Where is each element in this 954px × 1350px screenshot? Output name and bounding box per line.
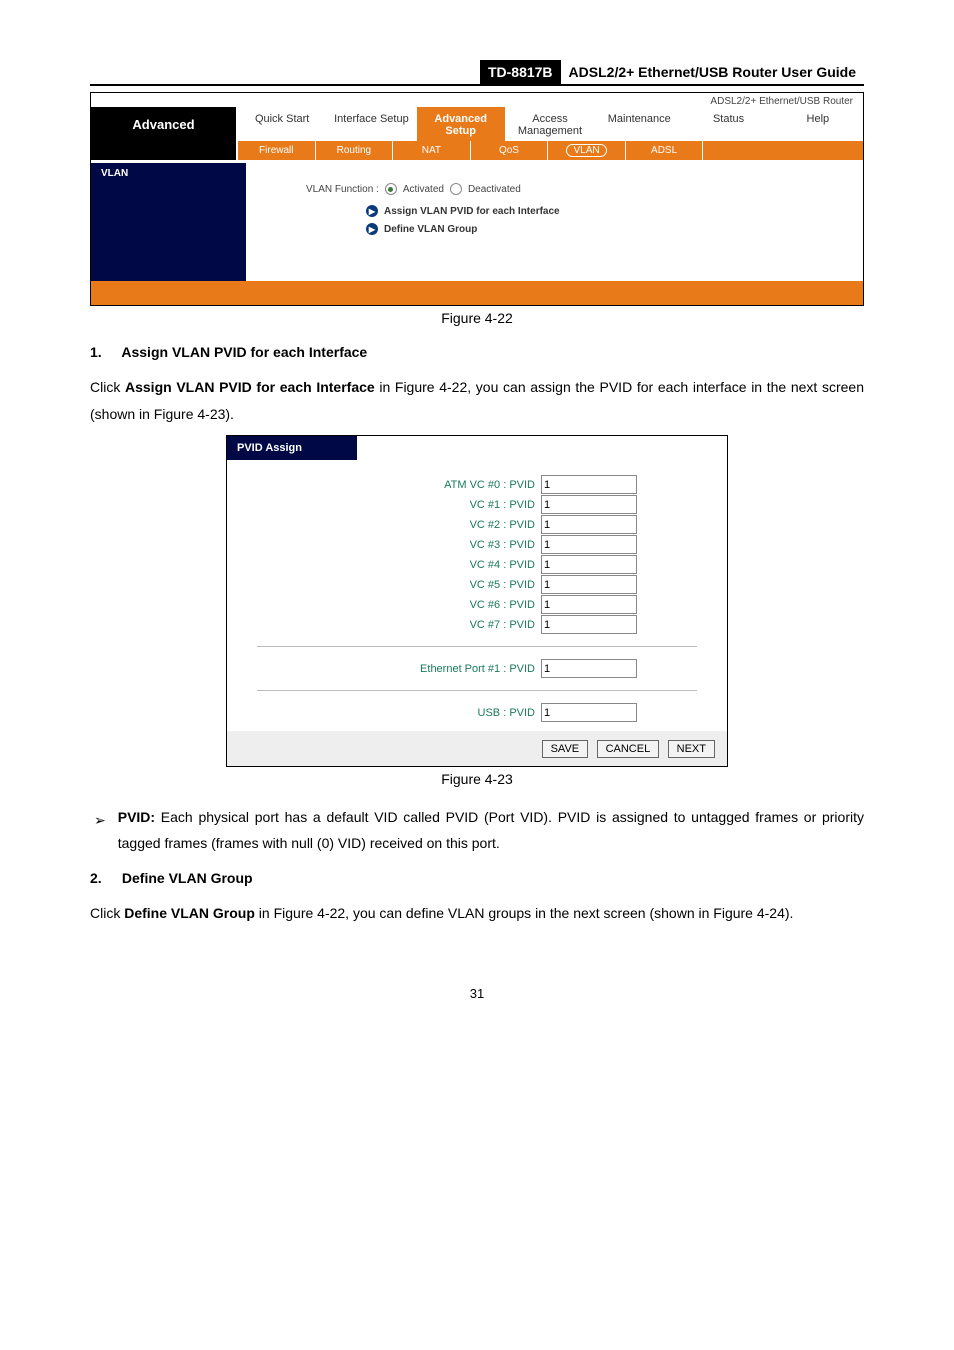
section-2-heading: 2. Define VLAN Group xyxy=(90,870,864,886)
subtab-adsl[interactable]: ADSL xyxy=(626,141,704,160)
vlan-config-screenshot: ADSL2/2+ Ethernet/USB Router Advanced Qu… xyxy=(90,92,864,306)
radio-activated[interactable] xyxy=(385,183,397,195)
subtab-firewall[interactable]: Firewall xyxy=(238,141,316,160)
pvid-input-vc6[interactable]: 1 xyxy=(541,595,637,614)
subtab-qos[interactable]: QoS xyxy=(471,141,549,160)
arrow-circle-icon: ▶ xyxy=(366,223,378,235)
save-button[interactable]: SAVE xyxy=(542,740,589,758)
vlan-function-line: VLAN Function : Activated Deactivated xyxy=(306,183,853,195)
pvid-row-vc5: VC #5 : PVID1 xyxy=(257,575,637,594)
pvid-input-vc4[interactable]: 1 xyxy=(541,555,637,574)
pvid-row-vc6: VC #6 : PVID1 xyxy=(257,595,637,614)
link-define-vlan-group[interactable]: ▶ Define VLAN Group xyxy=(366,223,853,235)
radio-deactivated[interactable] xyxy=(450,183,462,195)
tab-quick-start[interactable]: Quick Start xyxy=(238,107,327,141)
tab-interface-setup[interactable]: Interface Setup xyxy=(327,107,416,141)
pvid-bullet: ➢ PVID: Each physical port has a default… xyxy=(94,805,864,855)
vlan-section-label: VLAN xyxy=(91,163,246,281)
pvid-button-bar: SAVE CANCEL NEXT xyxy=(227,731,727,766)
figure-caption-1: Figure 4-22 xyxy=(90,310,864,326)
vlan-function-label: VLAN Function : xyxy=(306,184,379,195)
tab-access-management[interactable]: Access Management xyxy=(506,107,595,141)
pvid-input-vc1[interactable]: 1 xyxy=(541,495,637,514)
pvid-input-usb[interactable]: 1 xyxy=(541,703,637,722)
page-header: TD-8817B ADSL2/2+ Ethernet/USB Router Us… xyxy=(90,60,864,84)
left-panel-label: Advanced xyxy=(91,107,238,141)
separator xyxy=(257,690,697,691)
pvid-row-vc0: ATM VC #0 : PVID1 xyxy=(257,475,637,494)
pvid-row-eth1: Ethernet Port #1 : PVID1 xyxy=(257,659,637,678)
figure-caption-2: Figure 4-23 xyxy=(90,771,864,787)
section-1-heading: 1. Assign VLAN PVID for each Interface xyxy=(90,344,864,360)
separator xyxy=(257,646,697,647)
pvid-assign-screenshot: PVID Assign ATM VC #0 : PVID1 VC #1 : PV… xyxy=(226,435,728,767)
section-1-paragraph: Click Assign VLAN PVID for each Interfac… xyxy=(90,374,864,427)
pvid-row-usb: USB : PVID1 xyxy=(257,703,637,722)
tab-advanced-setup[interactable]: Advanced Setup xyxy=(417,107,506,141)
arrow-circle-icon: ▶ xyxy=(366,205,378,217)
pvid-input-vc2[interactable]: 1 xyxy=(541,515,637,534)
subtab-vlan[interactable]: VLAN xyxy=(548,141,626,160)
pvid-input-vc7[interactable]: 1 xyxy=(541,615,637,634)
sub-tabs-row: Firewall Routing NAT QoS VLAN ADSL xyxy=(91,141,863,160)
pvid-input-vc0[interactable]: 1 xyxy=(541,475,637,494)
subtab-routing[interactable]: Routing xyxy=(316,141,394,160)
vlan-product-label: ADSL2/2+ Ethernet/USB Router xyxy=(91,93,863,107)
pvid-heading: PVID Assign xyxy=(227,436,357,460)
bullet-arrow-icon: ➢ xyxy=(94,808,106,855)
header-title: ADSL2/2+ Ethernet/USB Router User Guide xyxy=(561,60,864,84)
pvid-row-vc1: VC #1 : PVID1 xyxy=(257,495,637,514)
header-model: TD-8817B xyxy=(480,60,561,84)
bottom-orange-bar xyxy=(91,281,863,305)
radio-activated-label: Activated xyxy=(403,184,444,195)
radio-deactivated-label: Deactivated xyxy=(468,184,521,195)
pvid-row-vc4: VC #4 : PVID1 xyxy=(257,555,637,574)
subtab-nat[interactable]: NAT xyxy=(393,141,471,160)
pvid-input-eth1[interactable]: 1 xyxy=(541,659,637,678)
main-tabs-row: Advanced Quick Start Interface Setup Adv… xyxy=(91,107,863,141)
tab-status[interactable]: Status xyxy=(684,107,773,141)
pvid-row-vc3: VC #3 : PVID1 xyxy=(257,535,637,554)
link-assign-pvid[interactable]: ▶ Assign VLAN PVID for each Interface xyxy=(366,205,853,217)
pvid-input-vc5[interactable]: 1 xyxy=(541,575,637,594)
next-button[interactable]: NEXT xyxy=(668,740,715,758)
section-2-paragraph: Click Define VLAN Group in Figure 4-22, … xyxy=(90,900,864,927)
pvid-row-vc7: VC #7 : PVID1 xyxy=(257,615,637,634)
tab-maintenance[interactable]: Maintenance xyxy=(595,107,684,141)
pvid-row-vc2: VC #2 : PVID1 xyxy=(257,515,637,534)
page-number: 31 xyxy=(90,986,864,1001)
cancel-button[interactable]: CANCEL xyxy=(597,740,660,758)
tab-help[interactable]: Help xyxy=(774,107,863,141)
pvid-input-vc3[interactable]: 1 xyxy=(541,535,637,554)
header-separator xyxy=(90,84,864,86)
